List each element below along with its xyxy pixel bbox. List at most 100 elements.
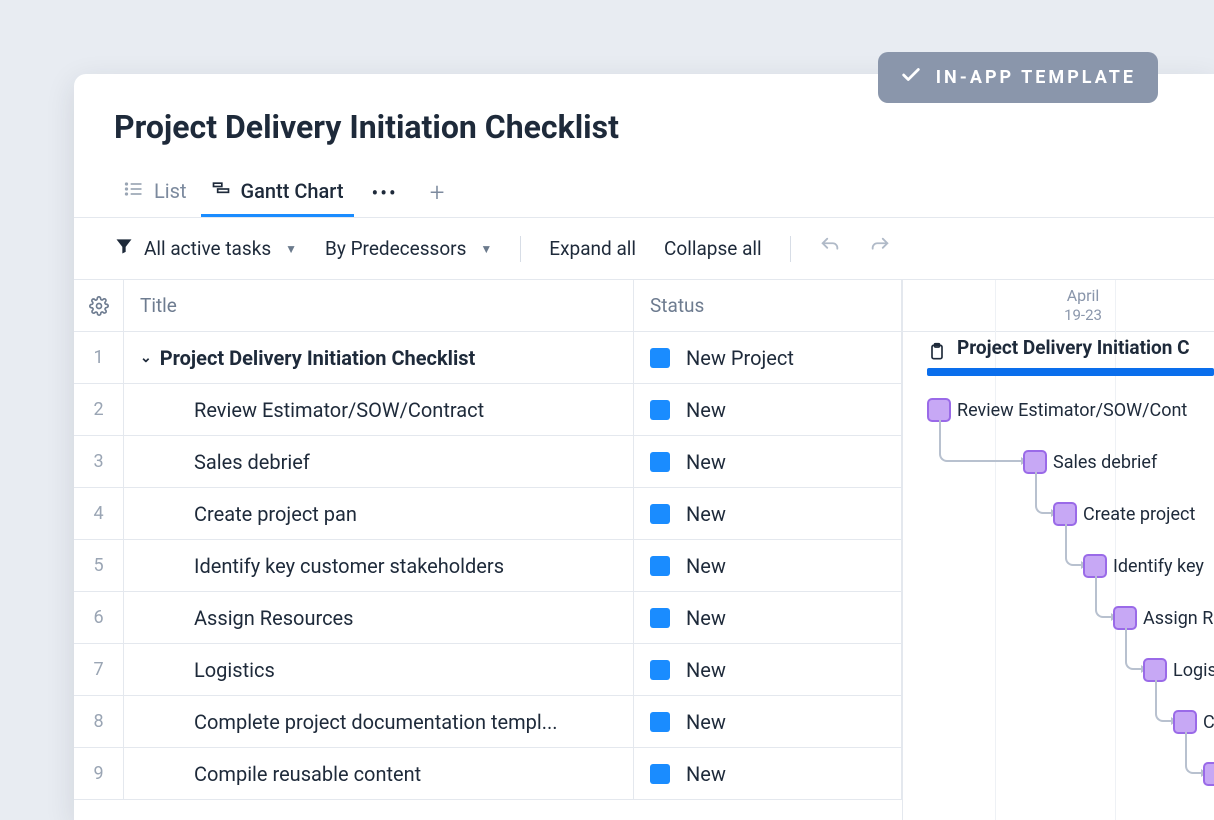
collapse-all-button[interactable]: Collapse all bbox=[664, 237, 762, 260]
row-status-cell[interactable]: New bbox=[634, 748, 902, 799]
gantt-task-row: Create project bbox=[903, 488, 1214, 540]
caret-down-icon: ▼ bbox=[480, 242, 492, 256]
row-title-text: Create project pan bbox=[194, 502, 357, 526]
in-app-template-badge: IN-APP TEMPLATE bbox=[878, 52, 1158, 103]
table-row[interactable]: 6Assign ResourcesNew bbox=[74, 592, 902, 644]
row-title-cell[interactable]: ⌄ Project Delivery Initiation Checklist bbox=[124, 332, 634, 383]
gantt-task-row bbox=[903, 748, 1214, 800]
row-status-cell[interactable]: New bbox=[634, 540, 902, 591]
row-status-cell[interactable]: New bbox=[634, 488, 902, 539]
row-number: 8 bbox=[74, 696, 124, 747]
tabs-more-button[interactable]: ••• bbox=[358, 181, 412, 205]
row-title-text: Compile reusable content bbox=[194, 762, 421, 786]
column-title-header[interactable]: Title bbox=[124, 280, 634, 331]
filter-icon bbox=[114, 236, 134, 261]
table-row[interactable]: 1⌄Project Delivery Initiation ChecklistN… bbox=[74, 332, 902, 384]
row-status-cell[interactable]: New bbox=[634, 436, 902, 487]
row-number: 9 bbox=[74, 748, 124, 799]
task-box-icon bbox=[1053, 502, 1077, 526]
row-number: 3 bbox=[74, 436, 124, 487]
row-status-cell[interactable]: New bbox=[634, 384, 902, 435]
row-number: 4 bbox=[74, 488, 124, 539]
row-title-cell[interactable]: Identify key customer stakeholders bbox=[124, 540, 634, 591]
gantt-task-row: Sales debrief bbox=[903, 436, 1214, 488]
row-number: 7 bbox=[74, 644, 124, 695]
gantt-task-bar[interactable]: Review Estimator/SOW/Cont bbox=[927, 398, 1187, 422]
task-box-icon bbox=[1113, 606, 1137, 630]
gantt-connector bbox=[1185, 732, 1201, 774]
row-title-cell[interactable]: Assign Resources bbox=[124, 592, 634, 643]
gantt-task-label: Review Estimator/SOW/Cont bbox=[957, 400, 1187, 421]
gantt-task-bar[interactable]: Assign R bbox=[1113, 606, 1213, 630]
task-box-icon bbox=[1083, 554, 1107, 578]
task-box-icon bbox=[1023, 450, 1047, 474]
row-status-cell[interactable]: New Project bbox=[634, 332, 902, 383]
row-title-text: Assign Resources bbox=[194, 606, 353, 630]
redo-button[interactable] bbox=[869, 235, 891, 262]
grouping-dropdown[interactable]: By Predecessors ▼ bbox=[325, 237, 492, 260]
gantt-parent-label: Project Delivery Initiation C bbox=[957, 336, 1190, 359]
gantt-body: Project Delivery Initiation C Review Esti… bbox=[903, 332, 1214, 800]
undo-button[interactable] bbox=[819, 235, 841, 262]
table-row[interactable]: 3Sales debrief New bbox=[74, 436, 902, 488]
filter-label: All active tasks bbox=[144, 237, 271, 260]
tab-list[interactable]: List bbox=[114, 168, 197, 217]
gantt-timeline-header: April 19-23 bbox=[903, 280, 1214, 332]
row-number: 5 bbox=[74, 540, 124, 591]
grid-settings-button[interactable] bbox=[74, 280, 124, 331]
gantt-task-bar[interactable] bbox=[1203, 762, 1214, 786]
gantt-task-bar[interactable]: Create project bbox=[1053, 502, 1195, 526]
view-tabs: List Gantt Chart ••• + bbox=[74, 168, 1214, 218]
row-status-cell[interactable]: New bbox=[634, 696, 902, 747]
toolbar: All active tasks ▼ By Predecessors ▼ Exp… bbox=[74, 218, 1214, 280]
status-label: New bbox=[686, 658, 726, 682]
status-color-box bbox=[650, 608, 670, 628]
tab-gantt[interactable]: Gantt Chart bbox=[201, 168, 354, 217]
status-label: New bbox=[686, 450, 726, 474]
expand-all-button[interactable]: Expand all bbox=[549, 237, 636, 260]
undo-redo-group bbox=[819, 235, 891, 262]
expand-label: Expand all bbox=[549, 237, 636, 260]
table-row[interactable]: 8 Complete project documentation templ...… bbox=[74, 696, 902, 748]
gantt-connector bbox=[939, 420, 1021, 462]
row-status-cell[interactable]: New bbox=[634, 644, 902, 695]
status-label: New bbox=[686, 606, 726, 630]
gantt-task-label: Identify key bbox=[1113, 556, 1204, 577]
table-row[interactable]: 4 Create project pan New bbox=[74, 488, 902, 540]
gantt-parent-bar[interactable] bbox=[927, 368, 1214, 376]
status-color-box bbox=[650, 504, 670, 524]
row-title-text: Project Delivery Initiation Checklist bbox=[160, 346, 476, 370]
add-tab-button[interactable]: + bbox=[416, 178, 459, 208]
gantt-task-label: Create project bbox=[1083, 504, 1195, 525]
row-title-cell[interactable]: Compile reusable content bbox=[124, 748, 634, 799]
column-status-header[interactable]: Status bbox=[634, 280, 902, 331]
table-row[interactable]: 5Identify key customer stakeholdersNew bbox=[74, 540, 902, 592]
status-color-box bbox=[650, 348, 670, 368]
status-label: New bbox=[686, 710, 726, 734]
row-title-cell[interactable]: Create project pan bbox=[124, 488, 634, 539]
filter-dropdown[interactable]: All active tasks ▼ bbox=[114, 236, 297, 261]
gantt-month-label: April bbox=[1033, 286, 1133, 305]
row-status-cell[interactable]: New bbox=[634, 592, 902, 643]
gantt-parent-row[interactable]: Project Delivery Initiation C bbox=[903, 332, 1214, 384]
row-title-cell[interactable]: Sales debrief bbox=[124, 436, 634, 487]
table-row[interactable]: 2Review Estimator/SOW/ContractNew bbox=[74, 384, 902, 436]
gantt-task-bar[interactable]: Co bbox=[1173, 710, 1214, 734]
grid-header: Title Status bbox=[74, 280, 902, 332]
row-title-cell[interactable]: Logistics bbox=[124, 644, 634, 695]
status-label: New bbox=[686, 398, 726, 422]
table-row[interactable]: 9 Compile reusable content New bbox=[74, 748, 902, 800]
gantt-task-bar[interactable]: Sales debrief bbox=[1023, 450, 1157, 474]
gantt-task-bar[interactable]: Identify key bbox=[1083, 554, 1204, 578]
status-color-box bbox=[650, 764, 670, 784]
row-title-cell[interactable]: Complete project documentation templ... bbox=[124, 696, 634, 747]
gantt-panel[interactable]: April 19-23 Project Delivery Initiation … bbox=[903, 280, 1214, 820]
chevron-down-icon[interactable]: ⌄ bbox=[140, 350, 152, 366]
row-title-cell[interactable]: Review Estimator/SOW/Contract bbox=[124, 384, 634, 435]
list-icon bbox=[124, 179, 144, 204]
row-title-text: Complete project documentation templ... bbox=[194, 710, 558, 734]
gantt-task-bar[interactable]: Logist bbox=[1143, 658, 1214, 682]
gantt-connector bbox=[1035, 472, 1051, 514]
table-row[interactable]: 7Logistics New bbox=[74, 644, 902, 696]
grouping-label: By Predecessors bbox=[325, 237, 466, 260]
